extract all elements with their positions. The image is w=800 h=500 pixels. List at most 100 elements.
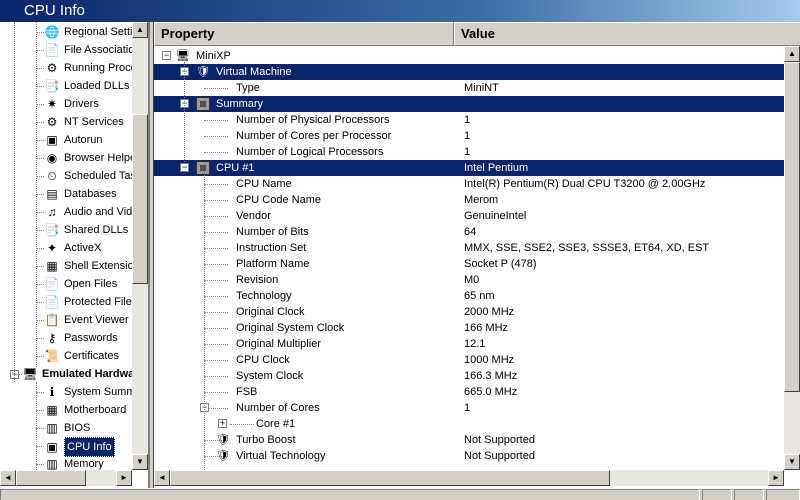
- property-row[interactable]: Original System Clock 166 MHz: [154, 320, 784, 336]
- scroll-down-button[interactable]: ▼: [132, 454, 148, 470]
- tree-connector: [36, 212, 44, 213]
- scroll-up-button[interactable]: ▲: [784, 46, 800, 62]
- scroll-thumb[interactable]: [784, 62, 800, 392]
- scroll-thumb[interactable]: [16, 470, 86, 486]
- sidebar-item[interactable]: 📄 File Associations: [44, 41, 146, 59]
- property-column-header[interactable]: Property: [154, 22, 454, 46]
- sidebar-item[interactable]: ▣ Autorun: [44, 131, 103, 149]
- sidebar-item[interactable]: ▦ Motherboard: [44, 401, 126, 419]
- sidebar-item[interactable]: ▥ BIOS: [44, 419, 90, 437]
- property-value: 65 nm: [464, 290, 495, 302]
- tree-connector: [204, 312, 228, 313]
- property-vertical-scrollbar[interactable]: ▲ ▼: [784, 46, 800, 470]
- sidebar-item[interactable]: 📑 Shared DLLs: [44, 221, 129, 239]
- group-row[interactable]: − CPU #1 Intel Pentium: [154, 160, 784, 176]
- property-row[interactable]: Technology 65 nm: [154, 288, 784, 304]
- property-row[interactable]: + Core #1: [154, 416, 784, 432]
- sidebar-item[interactable]: 📋 Event Viewer: [44, 311, 129, 329]
- scroll-left-button[interactable]: ◄: [154, 470, 170, 486]
- property-row[interactable]: Platform Name Socket P (478): [154, 256, 784, 272]
- sidebar-item[interactable]: ✷ Drivers: [44, 95, 99, 113]
- tree-expander[interactable]: +: [218, 419, 227, 428]
- scroll-up-button[interactable]: ▲: [132, 22, 148, 38]
- tree-connector: [204, 376, 228, 377]
- tree-connector: [36, 22, 37, 367]
- sidebar-item-label: Event Viewer: [64, 314, 129, 327]
- tree-expander[interactable]: −: [180, 163, 189, 172]
- property-row[interactable]: Revision M0: [154, 272, 784, 288]
- scroll-right-button[interactable]: ►: [768, 470, 784, 486]
- sidebar-item[interactable]: 📄 Protected Files: [44, 293, 138, 311]
- sidebar-item[interactable]: ▦ Shell Extensions: [44, 257, 145, 275]
- property-row[interactable]: Number of Cores per Processor 1: [154, 128, 784, 144]
- scheduled-tasks-icon: ⏲: [47, 169, 57, 184]
- group-row[interactable]: − 🛡 Virtual Machine: [154, 64, 784, 80]
- property-row[interactable]: Original Clock 2000 MHz: [154, 304, 784, 320]
- property-row[interactable]: Original Multiplier 12.1: [154, 336, 784, 352]
- property-value: Not Supported: [464, 434, 535, 446]
- sidebar-item[interactable]: 🖥 Emulated Hardware: [22, 365, 145, 383]
- sidebar-horizontal-scrollbar[interactable]: ◄ ►: [0, 470, 132, 486]
- sidebar-item-label: Open Files: [64, 278, 118, 291]
- tree-connector: [36, 104, 44, 105]
- tree-expander[interactable]: −: [162, 51, 171, 60]
- sidebar-item[interactable]: ⚙ NT Services: [44, 113, 124, 131]
- sidebar-item[interactable]: 📑 Loaded DLLs: [44, 77, 130, 95]
- property-value: 1: [464, 130, 471, 142]
- property-row[interactable]: CPU Code Name Merom: [154, 192, 784, 208]
- property-name: Virtual Machine: [216, 66, 292, 78]
- sidebar-item[interactable]: 📜 Certificates: [44, 347, 120, 365]
- property-row[interactable]: CPU Name Intel(R) Pentium(R) Dual CPU T32…: [154, 176, 784, 192]
- tree-connector: [230, 424, 254, 425]
- property-value: M0: [464, 274, 480, 286]
- property-horizontal-scrollbar[interactable]: ◄ ►: [154, 470, 784, 486]
- chip-icon: [196, 97, 210, 111]
- property-value: 1: [464, 402, 471, 414]
- sidebar-item-label: Emulated Hardware: [42, 368, 145, 381]
- sidebar-item[interactable]: ▣ CPU Info: [44, 437, 115, 457]
- tree-connector: [204, 172, 205, 472]
- scroll-down-button[interactable]: ▼: [784, 454, 800, 470]
- property-row[interactable]: − 🖥 MiniXP: [154, 48, 784, 64]
- scroll-thumb[interactable]: [132, 114, 148, 284]
- tree-connector: [36, 158, 44, 159]
- sidebar-item[interactable]: ⚷ Passwords: [44, 329, 118, 347]
- property-name: Number of Bits: [236, 226, 309, 238]
- tree-connector: [204, 248, 228, 249]
- title-bar: CPU Info: [0, 0, 800, 22]
- property-name: Instruction Set: [236, 242, 307, 254]
- navigation-tree[interactable]: 🌐 Regional Settings 📄 File Associations ⚙ Run…: [0, 22, 150, 488]
- scroll-right-button[interactable]: ►: [116, 470, 132, 486]
- property-name: FSB: [236, 386, 258, 398]
- property-row[interactable]: FSB 665.0 MHz: [154, 384, 784, 400]
- property-value: 64: [464, 226, 477, 238]
- property-row[interactable]: 🛡 Virtual Technology Not Supported: [154, 448, 784, 464]
- sidebar-item[interactable]: ✦ ActiveX: [44, 239, 101, 257]
- property-row[interactable]: System Clock 166.3 MHz: [154, 368, 784, 384]
- tree-connector: [204, 120, 228, 121]
- sidebar-item-label: Shared DLLs: [64, 224, 129, 237]
- group-row[interactable]: − Summary: [154, 96, 784, 112]
- property-row[interactable]: CPU Clock 1000 MHz: [154, 352, 784, 368]
- certificates-icon: 📜: [44, 349, 60, 364]
- regional-settings-icon: 🌐: [44, 25, 60, 40]
- property-row[interactable]: Vendor GenuineIntel: [154, 208, 784, 224]
- sidebar-vertical-scrollbar[interactable]: ▲ ▼: [132, 22, 148, 470]
- property-value: GenuineIntel: [464, 210, 527, 222]
- running-processes-icon: ⚙: [46, 61, 58, 76]
- sidebar-item[interactable]: 📄 Open Files: [44, 275, 118, 293]
- property-row[interactable]: Number of Logical Processors 1: [154, 144, 784, 160]
- value-column-header[interactable]: Value: [454, 22, 800, 46]
- scroll-left-button[interactable]: ◄: [0, 470, 16, 486]
- scroll-thumb[interactable]: [170, 470, 610, 486]
- property-row[interactable]: 🛡 Turbo Boost Not Supported: [154, 432, 784, 448]
- property-row[interactable]: − Number of Cores 1: [154, 400, 784, 416]
- tree-connector: [204, 392, 228, 393]
- property-row[interactable]: Instruction Set MMX, SSE, SSE2, SSE3, SSS…: [154, 240, 784, 256]
- property-row[interactable]: Type MiniNT: [154, 80, 784, 96]
- property-row[interactable]: Number of Bits 64: [154, 224, 784, 240]
- motherboard-icon: ▦: [46, 403, 58, 418]
- sidebar-item-label: Autorun: [64, 134, 103, 147]
- sidebar-item[interactable]: ▤ Databases: [44, 185, 116, 203]
- property-row[interactable]: Number of Physical Processors 1: [154, 112, 784, 128]
